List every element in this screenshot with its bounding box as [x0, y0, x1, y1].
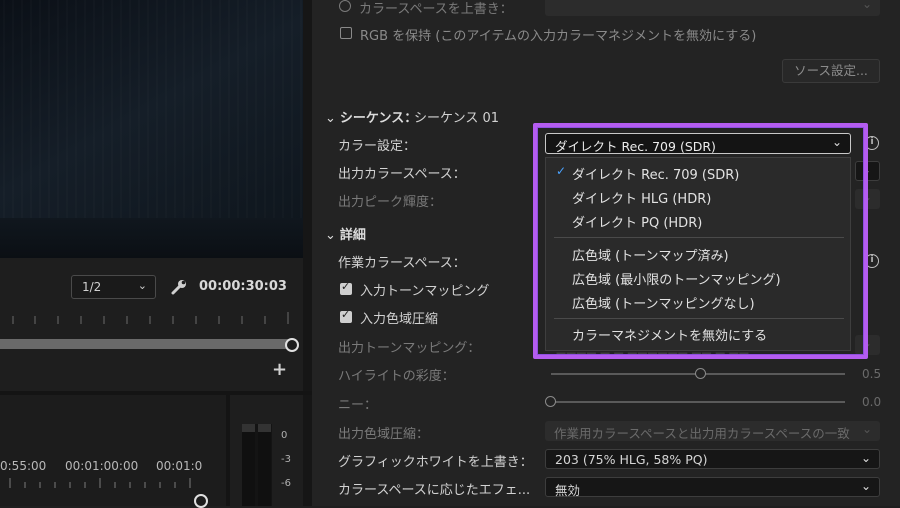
input-tone-mapping-label: 入力トーンマッピング [360, 284, 490, 299]
color-space-effects-value: 無効 [555, 483, 581, 498]
output-gamut-compression-label: 出力色域圧縮： [338, 427, 430, 442]
menu-item[interactable]: 広色域 (最小限のトーンマッピング) [572, 269, 781, 288]
timeline-time-label: 0:55:00 [0, 459, 47, 473]
zoom-select[interactable]: 1/2 ⌄ [71, 275, 156, 299]
knee-label: ニー： [338, 398, 378, 413]
color-setting-value: ダイレクト Rec. 709 (SDR) [555, 139, 716, 154]
knee-knob[interactable] [545, 396, 556, 407]
sequence-section-header[interactable]: ⌄ シーケンス： [325, 107, 417, 126]
output-color-space-label: 出力カラースペース： [338, 167, 466, 182]
chevron-down-icon: ⌄ [325, 111, 336, 126]
timeline-time-label: 00:01:00:00 [65, 459, 139, 473]
chevron-down-icon: ⌄ [325, 228, 336, 243]
preserve-rgb-checkbox[interactable] [340, 27, 352, 39]
program-monitor-panel: 1/2 ⌄ 00:00:30:03 + 0:55:00 00:01:00:00 … [0, 0, 312, 508]
sequence-name: シーケンス 01 [414, 111, 500, 126]
graphics-white-dropdown[interactable]: 203 (75% HLG, 58% PQ) ⌄ [545, 449, 880, 469]
chevron-down-icon: ⌄ [860, 451, 871, 465]
input-gamut-compression-label: 入力色域圧縮 [360, 312, 439, 327]
details-section-header[interactable]: ⌄ 詳細 [325, 224, 366, 243]
output-tone-mapping-label: 出力トーンマッピング： [338, 341, 481, 356]
scrub-handle[interactable] [285, 338, 299, 352]
chevron-down-icon: ⌄ [861, 0, 872, 11]
playhead-timecode[interactable]: 00:00:30:03 [199, 279, 287, 294]
timeline-ticks [9, 478, 191, 488]
highlight-saturation-knob[interactable] [695, 368, 706, 379]
audio-meter-bar-right [258, 424, 271, 506]
meter-db-label: 0 [281, 430, 288, 441]
details-section-label: 詳細 [339, 228, 366, 243]
meter-db-label: -6 [281, 478, 291, 489]
time-ruler[interactable] [0, 310, 300, 324]
override-color-space-label: カラースペースを上書き： [359, 2, 513, 17]
add-button[interactable]: + [272, 359, 287, 380]
timeline-time-label: 00:01:0 [156, 459, 203, 473]
chevron-down-icon: ⌄ [831, 135, 842, 149]
input-tone-mapping-checkbox[interactable] [340, 280, 352, 295]
zoom-value: 1/2 [82, 280, 102, 294]
output-gamut-compression-dropdown[interactable]: 作業用カラースペースと出力用カラースペースの一致 ⌄ [545, 421, 880, 441]
color-setting-dropdown[interactable]: ダイレクト Rec. 709 (SDR) ⌄ [545, 133, 851, 154]
graphics-white-label: グラフィックホワイトを上書き： [338, 455, 533, 470]
menu-separator [554, 318, 844, 319]
input-gamut-compression-checkbox[interactable] [340, 308, 352, 323]
color-space-effects-dropdown[interactable]: 無効 ⌄ [545, 477, 880, 498]
menu-item[interactable]: ダイレクト Rec. 709 (SDR) [572, 164, 739, 183]
color-setting-menu: ✓ ダイレクト Rec. 709 (SDR) ダイレクト HLG (HDR) ダ… [545, 157, 851, 351]
preserve-rgb-label: RGB を保持 (このアイテムの入力カラーマネジメントを無効にする) [360, 29, 757, 44]
knee-slider[interactable] [551, 401, 845, 403]
audio-meter [242, 424, 272, 506]
source-settings-button[interactable]: ソース設定... [782, 59, 880, 83]
meter-db-label: -3 [281, 454, 291, 465]
panel-divider[interactable] [226, 395, 230, 506]
menu-item[interactable]: 広色域 (トーンマップ済み) [572, 245, 729, 264]
chevron-down-icon: ⌄ [860, 479, 871, 493]
chevron-down-icon: ⌄ [137, 279, 147, 292]
menu-item[interactable]: ダイレクト PQ (HDR) [572, 212, 702, 231]
menu-item[interactable]: ダイレクト HLG (HDR) [572, 188, 711, 207]
menu-separator [554, 237, 844, 238]
graphics-white-value: 203 (75% HLG, 58% PQ) [555, 452, 708, 467]
video-preview [0, 0, 303, 258]
timeline-panel[interactable] [0, 395, 226, 506]
working-color-space-label: 作業カラースペース： [338, 256, 466, 271]
checkmark-icon: ✓ [556, 164, 567, 178]
chevron-down-icon: ⌄ [861, 422, 872, 436]
sequence-section-label: シーケンス： [339, 111, 418, 126]
output-peak-label: 出力ピーク輝度： [338, 195, 443, 210]
override-color-space-radio[interactable] [339, 0, 351, 12]
output-gamut-compression-value: 作業用カラースペースと出力用カラースペースの一致 [554, 426, 850, 441]
menu-item[interactable]: 広色域 (トーンマッピングなし) [572, 293, 755, 312]
scrub-bar[interactable] [0, 339, 292, 349]
wrench-icon[interactable] [170, 278, 188, 296]
menu-item[interactable]: カラーマネジメントを無効にする [572, 325, 767, 344]
panel-divider[interactable] [303, 0, 312, 506]
highlight-saturation-label: ハイライトの彩度： [338, 369, 455, 384]
highlight-saturation-value[interactable]: 0.5 [862, 367, 881, 381]
knee-value[interactable]: 0.0 [862, 395, 881, 409]
color-space-effects-label: カラースペースに応じたエフェ... [338, 483, 531, 498]
audio-meter-bar-left [242, 424, 255, 506]
override-color-space-dropdown[interactable]: ⌄ [545, 0, 880, 16]
color-setting-label: カラー設定： [338, 139, 417, 154]
